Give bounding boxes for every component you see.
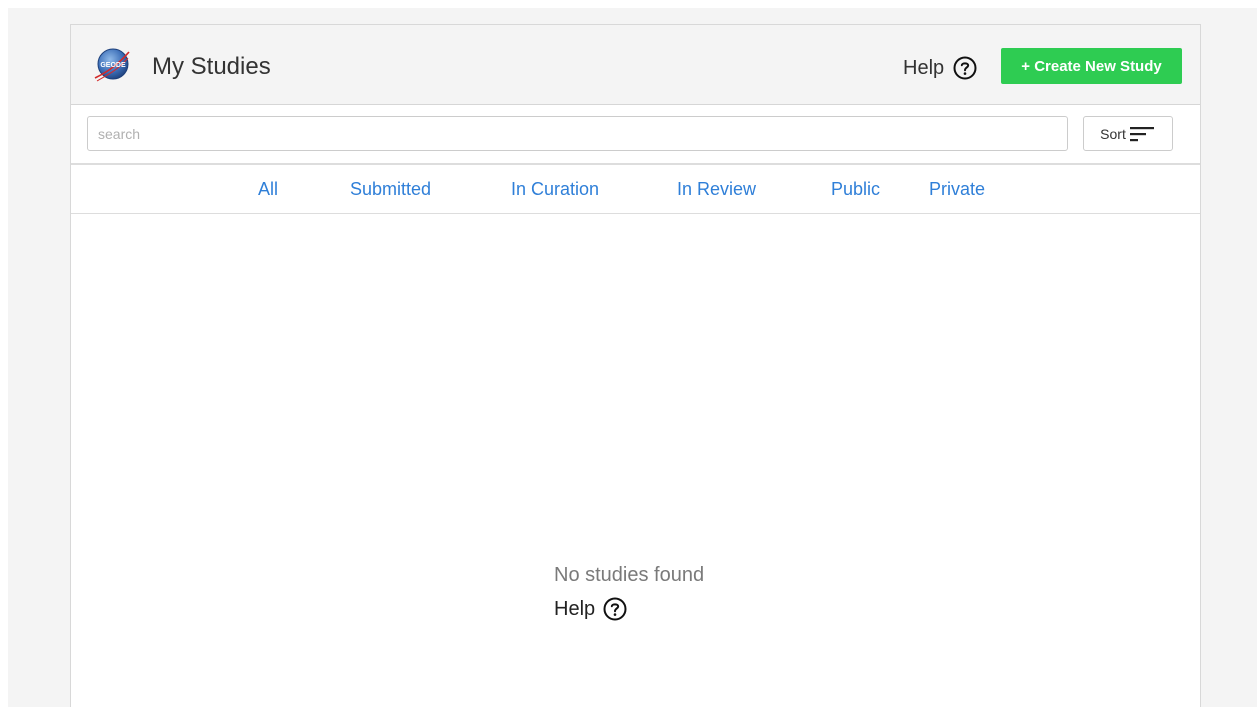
empty-state-help-link[interactable]: Help (554, 597, 704, 621)
tab-in-curation[interactable]: In Curation (511, 179, 599, 200)
tab-all[interactable]: All (258, 179, 278, 200)
logo-text: GEODE (100, 62, 126, 69)
create-new-study-button[interactable]: + Create New Study (1001, 48, 1182, 84)
tab-public[interactable]: Public (831, 179, 880, 200)
status-tabs: All Submitted In Curation In Review Publ… (71, 165, 1200, 214)
sort-button[interactable]: Sort (1083, 116, 1173, 151)
search-input[interactable] (87, 116, 1068, 151)
header-help-link[interactable]: Help (903, 53, 977, 83)
geode-logo-icon: GEODE (94, 48, 130, 82)
empty-state-help-label: Help (554, 598, 596, 620)
page-title: My Studies (152, 53, 271, 80)
tab-submitted[interactable]: Submitted (350, 179, 431, 200)
header-help-label: Help (903, 57, 945, 79)
tab-private[interactable]: Private (929, 179, 985, 200)
tab-in-review[interactable]: In Review (677, 179, 756, 200)
sort-label: Sort (1100, 125, 1126, 142)
empty-state: No studies found Help (554, 563, 704, 621)
empty-state-message: No studies found (554, 564, 705, 586)
header-bar: GEODE My Studies Help + Create New Study (71, 25, 1200, 105)
search-bar-row: Sort (71, 105, 1200, 165)
studies-panel: GEODE My Studies Help + Create New Study… (70, 24, 1201, 707)
question-circle-icon[interactable] (953, 56, 977, 80)
sort-lines-icon (1129, 126, 1154, 141)
question-circle-icon[interactable] (603, 597, 627, 621)
